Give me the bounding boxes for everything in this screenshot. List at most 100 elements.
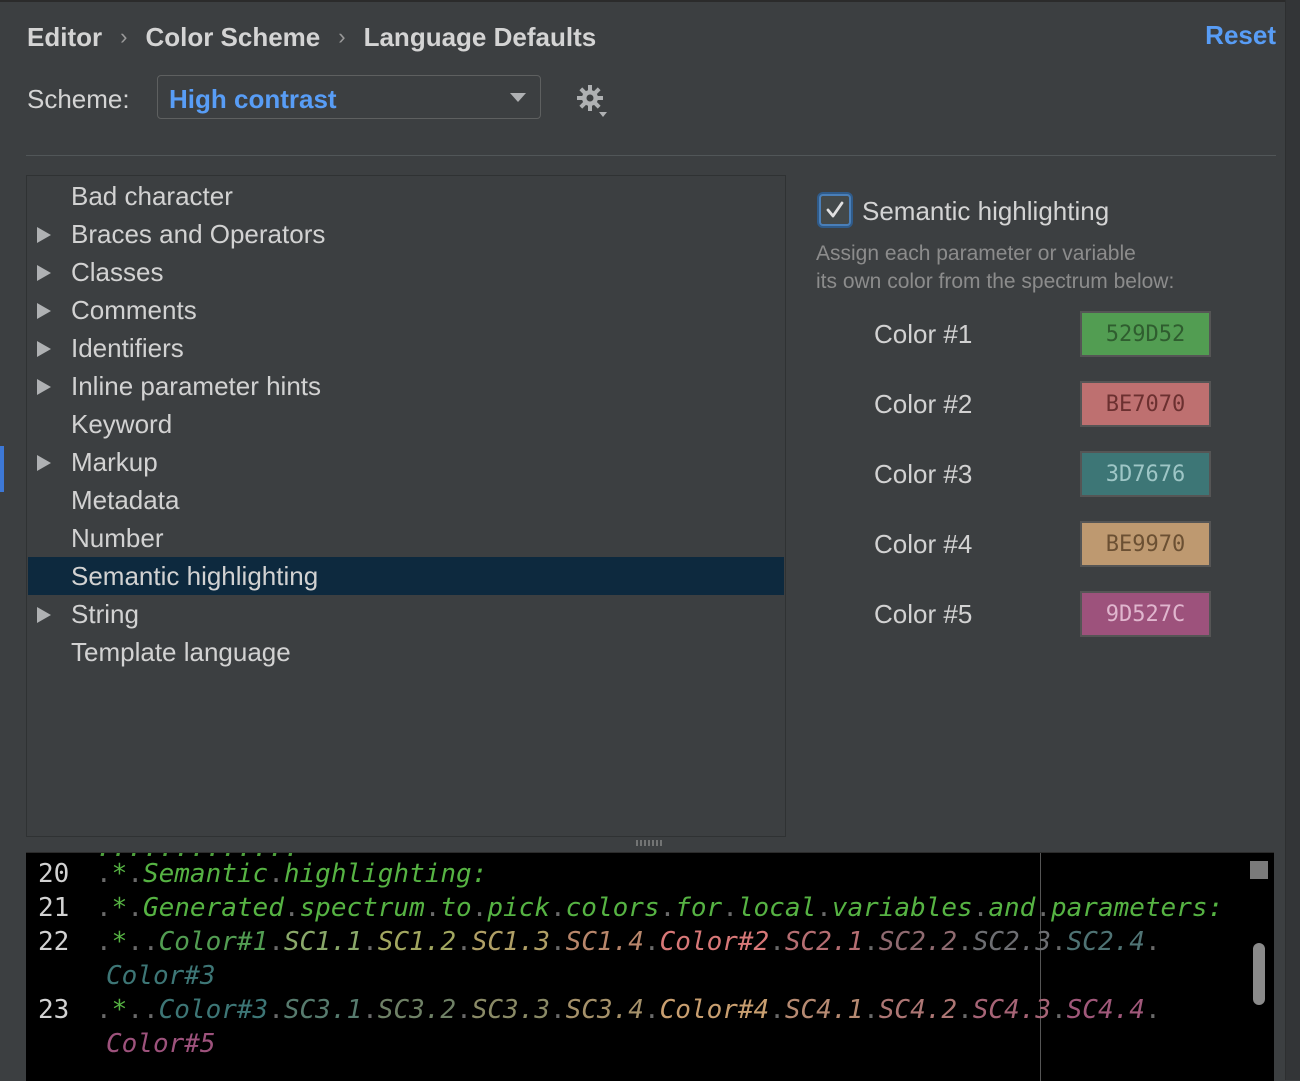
whitespace-dot: . (550, 927, 566, 957)
expand-arrow-icon[interactable] (37, 227, 51, 243)
comment-word: and (988, 893, 1036, 923)
tree-item[interactable]: Inline parameter hints (28, 367, 784, 405)
breadcrumb-color-scheme[interactable]: Color Scheme (145, 22, 320, 53)
line-number: 21 (38, 893, 70, 923)
comment-word: Generated (142, 893, 284, 923)
breadcrumb: Editor › Color Scheme › Language Default… (27, 20, 596, 54)
color-swatch[interactable]: 3D7676 (1080, 451, 1211, 497)
reset-link[interactable]: Reset (1205, 20, 1276, 51)
code-text: .*..Color#3.SC3.1.SC3.2.SC3.3.SC3.4.Colo… (96, 995, 1161, 1025)
tree-item[interactable]: Bad character (28, 177, 784, 215)
comment-word: to (440, 893, 472, 923)
whitespace-dot: . (127, 859, 143, 889)
gear-icon[interactable] (575, 82, 611, 118)
code-preview[interactable]: ............. 20.*.Semantic.highlighting… (26, 852, 1274, 1081)
whitespace-dot: . (142, 995, 159, 1025)
semantic-description: Assign each parameter or variable its ow… (816, 240, 1174, 296)
expand-arrow-icon[interactable] (37, 607, 51, 623)
scheme-dropdown[interactable]: High contrast (157, 75, 541, 119)
whitespace-dot: . (96, 995, 112, 1025)
tree-item[interactable]: Number (28, 519, 784, 557)
tree-item[interactable]: Identifiers (28, 329, 784, 367)
breadcrumb-editor[interactable]: Editor (27, 22, 102, 53)
whitespace-dot: . (769, 995, 785, 1025)
spectrum-token: SC2.1 (784, 927, 864, 957)
comment-word: highlighting: (283, 859, 488, 889)
color-swatch[interactable]: BE9970 (1080, 521, 1211, 567)
attribute-tree[interactable]: Bad character Braces and Operators Classes… (26, 175, 786, 837)
spectrum-token: SC3.4 (565, 995, 644, 1025)
tree-item[interactable]: Braces and Operators (28, 215, 784, 253)
color-label: Color #4 (874, 529, 973, 559)
color-swatch[interactable]: 9D527C (1080, 591, 1211, 637)
whitespace-dot: . (550, 893, 566, 923)
color-label: Color #2 (874, 389, 973, 419)
whitespace-dot: . (659, 893, 676, 923)
code-text: Color#5 (106, 1029, 216, 1059)
expand-arrow-icon[interactable] (37, 455, 51, 471)
tree-item[interactable]: Classes (28, 253, 784, 291)
whitespace-dot: . (96, 893, 112, 923)
whitespace-dot: . (643, 995, 660, 1025)
spectrum-token: Color#5 (106, 1029, 216, 1059)
whitespace-dot: . (471, 893, 488, 923)
spectrum-token: SC1.2 (377, 927, 457, 957)
whitespace-dot: . (722, 893, 738, 923)
color-swatch[interactable]: BE7070 (1080, 381, 1211, 427)
tree-item[interactable]: Keyword (28, 405, 784, 443)
code-text: .*..Color#1.SC1.1.SC1.2.SC1.3.SC1.4.Colo… (96, 927, 1161, 957)
tree-item[interactable]: Markup (28, 443, 784, 481)
tree-item[interactable]: String (28, 595, 784, 633)
tree-item[interactable]: Template language (28, 633, 784, 671)
expand-arrow-icon[interactable] (37, 341, 51, 357)
code-text: .*.Generated.spectrum.to.pick.colors.for… (96, 893, 1223, 923)
whitespace-dot: . (362, 995, 378, 1025)
comment-star: * (111, 859, 128, 889)
semantic-highlighting-checkbox[interactable] (819, 194, 851, 226)
whitespace-dot: . (456, 927, 472, 957)
semantic-description-line: Assign each parameter or variable (816, 242, 1136, 265)
spectrum-token: Color#3 (106, 961, 216, 991)
splitter-handle[interactable] (636, 840, 664, 846)
header-divider (26, 155, 1276, 156)
comment-word: for (675, 893, 723, 923)
breadcrumb-separator: › (120, 24, 128, 49)
comment-word: variables (831, 893, 973, 923)
scheme-label: Scheme: (27, 84, 130, 114)
tree-item[interactable]: Comments (28, 291, 784, 329)
window-top-border (0, 0, 1300, 2)
spectrum-token: Color#2 (659, 927, 770, 957)
tree-item-label: String (71, 599, 139, 629)
spectrum-token: SC3.1 (283, 995, 363, 1025)
comment-word: colors (565, 893, 660, 923)
spectrum-token: Color#4 (659, 995, 770, 1025)
whitespace-dot: . (1051, 995, 1067, 1025)
whitespace-dot: . (1035, 893, 1051, 923)
color-label: Color #1 (874, 319, 973, 349)
code-text: Color#3 (106, 961, 216, 991)
spectrum-token: SC4.3 (972, 995, 1051, 1025)
whitespace-dot: . (268, 927, 284, 957)
comment-star: * (111, 995, 128, 1025)
scrollbar-thumb[interactable] (1253, 943, 1265, 1005)
tree-item[interactable]: Semantic highlighting (28, 557, 784, 595)
whitespace-dot: . (816, 893, 832, 923)
whitespace-dot: . (268, 859, 284, 889)
color-swatch[interactable]: 529D52 (1080, 311, 1211, 357)
line-number: 23 (38, 995, 70, 1025)
tree-item[interactable]: Metadata (28, 481, 784, 519)
whitespace-dot: . (283, 893, 300, 923)
semantic-highlighting-label[interactable]: Semantic highlighting (862, 196, 1109, 227)
tree-item-label: Comments (71, 295, 197, 325)
whitespace-dot: . (127, 927, 143, 957)
color-label: Color #3 (874, 459, 973, 489)
whitespace-dot: . (127, 893, 143, 923)
tree-item-label: Keyword (71, 409, 173, 439)
spectrum-token: SC2.2 (878, 927, 958, 957)
left-selection-marker (0, 446, 4, 492)
whitespace-dot: . (1051, 927, 1067, 957)
comment-word: parameters: (1050, 893, 1224, 923)
expand-arrow-icon[interactable] (37, 379, 51, 395)
expand-arrow-icon[interactable] (37, 265, 51, 281)
expand-arrow-icon[interactable] (37, 303, 51, 319)
